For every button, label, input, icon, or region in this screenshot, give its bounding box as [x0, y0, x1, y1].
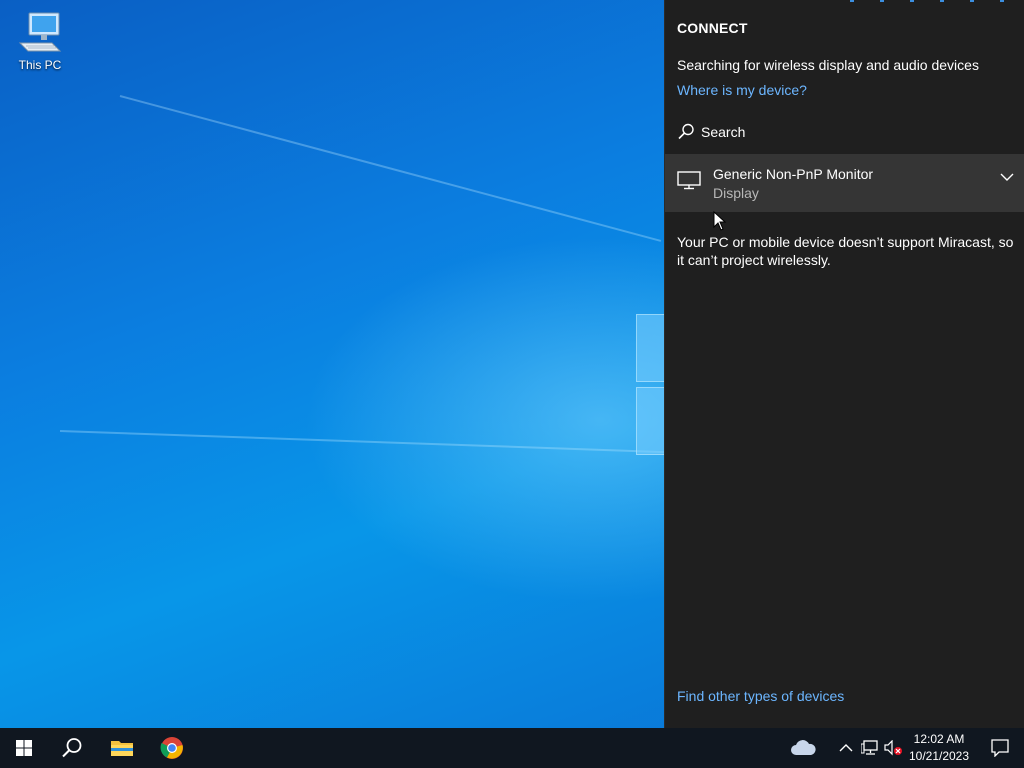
device-type: Display	[713, 185, 759, 201]
progress-dots	[850, 0, 1004, 4]
computer-icon	[16, 10, 64, 54]
network-icon[interactable]	[860, 738, 880, 758]
where-is-my-device-link[interactable]: Where is my device?	[677, 82, 807, 98]
desktop-icon-label: This PC	[18, 58, 62, 72]
taskbar-clock[interactable]: 12:02 AM 10/21/2023	[904, 731, 974, 765]
connect-panel: CONNECT Searching for wireless display a…	[664, 0, 1024, 728]
file-explorer-button[interactable]	[98, 728, 146, 768]
notification-icon	[991, 739, 1009, 757]
windows-logo-icon	[16, 740, 32, 756]
miracast-unsupported-message: Your PC or mobile device doesn’t support…	[677, 234, 1014, 268]
start-button[interactable]	[0, 728, 48, 768]
onedrive-cloud-icon[interactable]	[790, 738, 816, 758]
find-other-devices-link[interactable]: Find other types of devices	[677, 688, 844, 704]
volume-muted-icon[interactable]	[884, 738, 904, 758]
search-button[interactable]: Search	[677, 122, 745, 142]
search-icon	[62, 738, 82, 758]
mouse-cursor-icon	[713, 211, 727, 231]
chevron-up-icon[interactable]	[836, 738, 856, 758]
device-name: Generic Non-PnP Monitor	[713, 166, 874, 182]
search-button[interactable]	[48, 728, 96, 768]
wallpaper-beam	[59, 430, 680, 454]
chrome-icon	[160, 737, 183, 759]
search-label: Search	[701, 124, 746, 140]
chrome-button[interactable]	[148, 728, 196, 768]
monitor-icon	[677, 170, 701, 195]
device-list-item[interactable]: Generic Non-PnP Monitor Display	[665, 154, 1024, 212]
wallpaper-window-pane	[636, 387, 666, 455]
panel-title: CONNECT	[677, 20, 748, 36]
search-icon	[678, 123, 694, 140]
screen: This PC CONNECT Searching for wireless d…	[0, 0, 1024, 768]
clock-date: 10/21/2023	[908, 749, 970, 763]
folder-icon	[111, 741, 133, 756]
wallpaper-beam	[119, 95, 662, 242]
searching-status-text: Searching for wireless display and audio…	[677, 57, 979, 73]
chevron-down-icon[interactable]	[999, 170, 1015, 188]
wallpaper-window-pane	[636, 314, 666, 382]
desktop-icon-this-pc[interactable]: This PC	[12, 10, 68, 72]
clock-time: 12:02 AM	[913, 732, 965, 746]
action-center-button[interactable]	[980, 728, 1020, 768]
taskbar: 12:02 AM 10/21/2023	[0, 728, 1024, 768]
